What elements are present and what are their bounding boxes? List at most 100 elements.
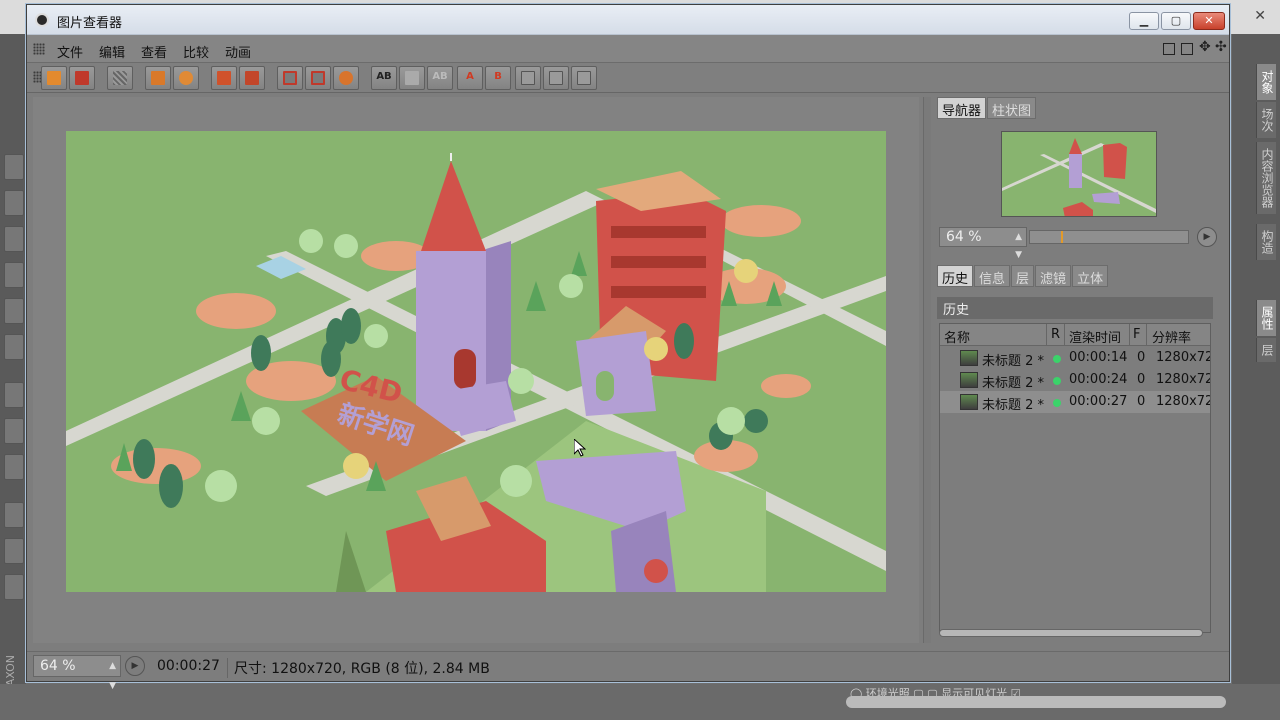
- right-tab-objects[interactable]: 对象: [1256, 64, 1276, 100]
- navigator-thumbnail[interactable]: [1001, 131, 1157, 217]
- tab-histogram[interactable]: 柱状图: [987, 97, 1037, 119]
- set-a-button[interactable]: A: [457, 66, 483, 90]
- right-tab-takes[interactable]: 场次: [1256, 102, 1276, 138]
- delete-button[interactable]: [239, 66, 265, 90]
- row-frame: 0: [1137, 394, 1146, 409]
- zoom-stepper-icon[interactable]: ▲ ▼: [1015, 228, 1022, 264]
- zoom-play-icon[interactable]: ▶: [1197, 227, 1217, 247]
- history-horizontal-scrollbar[interactable]: [939, 629, 1203, 637]
- background-tool-button[interactable]: [4, 574, 24, 600]
- side-panel: 导航器 柱状图 64 % ▲ ▼ ▶ 历史 信息 层 滤镜 立体 历史 名称 R…: [933, 93, 1225, 641]
- row-render-time: 00:00:24: [1069, 372, 1128, 387]
- history-columns: 名称 R 渲染时间 F 分辨率: [940, 324, 1210, 346]
- col-separator: [1129, 324, 1130, 346]
- view-ab-button[interactable]: [333, 66, 359, 90]
- swap-button[interactable]: AB: [427, 66, 453, 90]
- maximize-button[interactable]: ▢: [1161, 12, 1191, 30]
- open-icon: [47, 71, 61, 85]
- grid-button[interactable]: [107, 66, 133, 90]
- history-row[interactable]: 未标题 2 * 00:00:24 0 1280x72: [940, 369, 1210, 391]
- status-zoom-field[interactable]: 64 % ▲ ▼: [33, 655, 121, 691]
- row-resolution: 1280x72: [1156, 350, 1211, 365]
- background-tool-button[interactable]: [4, 226, 24, 252]
- user-button[interactable]: [173, 66, 199, 90]
- background-tool-button[interactable]: [4, 454, 24, 480]
- compare-ab-button[interactable]: AB: [371, 66, 397, 90]
- set-b-button[interactable]: B: [485, 66, 511, 90]
- status-play-icon[interactable]: ▶: [125, 656, 145, 676]
- row-name: 未标题 2 *: [982, 376, 1045, 391]
- col-r[interactable]: R: [1051, 327, 1060, 342]
- close-button[interactable]: ✕: [1193, 12, 1225, 30]
- rendered-image: C4D 新学网: [66, 131, 886, 592]
- render-thumbnail: [960, 350, 978, 366]
- expand-icon[interactable]: ✣: [1215, 39, 1227, 55]
- background-tool-button[interactable]: [4, 538, 24, 564]
- row-render-time: 00:00:14: [1069, 350, 1128, 365]
- right-tab-content-browser[interactable]: 内容浏览器: [1256, 142, 1276, 214]
- compare-ab-icon: AB: [376, 71, 392, 82]
- right-tab-structure[interactable]: 构造: [1256, 224, 1276, 260]
- view-a-button[interactable]: [277, 66, 303, 90]
- tab-history[interactable]: 历史: [937, 265, 974, 287]
- render-thumbnail: [960, 394, 978, 410]
- minimize-button[interactable]: ▁: [1129, 12, 1159, 30]
- menu-compare[interactable]: 比较: [183, 42, 209, 61]
- navigator-zoom-field[interactable]: 64 % ▲ ▼: [939, 227, 1027, 260]
- copy-button[interactable]: [211, 66, 237, 90]
- panel-splitter[interactable]: [923, 97, 931, 643]
- split-button[interactable]: [399, 66, 425, 90]
- col-resolution[interactable]: 分辨率: [1152, 327, 1191, 346]
- tab-navigator[interactable]: 导航器: [937, 97, 987, 119]
- move-panel-icon[interactable]: ✥: [1199, 39, 1211, 55]
- history-row[interactable]: 未标题 2 * 00:00:14 0 1280x72: [940, 347, 1210, 369]
- background-tool-button[interactable]: [4, 382, 24, 408]
- col-frame[interactable]: F: [1133, 327, 1140, 342]
- row-name: 未标题 2 *: [982, 398, 1045, 413]
- tab-info[interactable]: 信息: [974, 265, 1011, 287]
- tab-filters[interactable]: 滤镜: [1035, 265, 1072, 287]
- status-render-time: 00:00:27: [157, 658, 220, 674]
- col-name[interactable]: 名称: [944, 327, 970, 346]
- zoom-slider[interactable]: [1029, 230, 1189, 244]
- menu-edit[interactable]: 编辑: [99, 42, 125, 61]
- background-tool-button[interactable]: [4, 418, 24, 444]
- image-viewport[interactable]: C4D 新学网: [33, 97, 919, 643]
- view-b-button[interactable]: [305, 66, 331, 90]
- status-zoom-stepper-icon[interactable]: ▲ ▼: [109, 656, 116, 696]
- mouse-cursor-icon: [574, 439, 586, 457]
- tab-layers[interactable]: 层: [1011, 265, 1035, 287]
- background-tool-button[interactable]: [4, 334, 24, 360]
- right-tab-attributes[interactable]: 属性: [1256, 300, 1276, 336]
- background-tool-button[interactable]: [4, 262, 24, 288]
- menu-view[interactable]: 查看: [141, 42, 167, 61]
- layout3-button[interactable]: [571, 66, 597, 90]
- layout-icon[interactable]: [1163, 43, 1175, 55]
- col-render-time[interactable]: 渲染时间: [1069, 327, 1121, 346]
- title-bar[interactable]: 图片查看器 ▁ ▢ ✕: [27, 5, 1229, 35]
- new-panel-icon[interactable]: [1181, 43, 1193, 55]
- split-icon: [405, 71, 419, 85]
- background-tool-button[interactable]: [4, 298, 24, 324]
- background-close-icon[interactable]: ✕: [1254, 8, 1266, 24]
- background-tool-button[interactable]: [4, 154, 24, 180]
- layout2-button[interactable]: [543, 66, 569, 90]
- set-b-icon: B: [494, 71, 502, 82]
- navigator-tabs: 导航器 柱状图: [937, 97, 1037, 119]
- background-tool-button[interactable]: [4, 190, 24, 216]
- move-button[interactable]: [145, 66, 171, 90]
- background-tool-button[interactable]: [4, 502, 24, 528]
- tab-stereo[interactable]: 立体: [1072, 265, 1109, 287]
- menu-file[interactable]: 文件: [57, 42, 83, 61]
- background-scrollbar[interactable]: [846, 696, 1226, 708]
- history-row-selected[interactable]: 未标题 2 * 00:00:27 0 1280x72: [940, 391, 1210, 413]
- save-button[interactable]: [69, 66, 95, 90]
- menu-animation[interactable]: 动画: [225, 42, 251, 61]
- status-bar: 64 % ▲ ▼ ▶ 00:00:27 尺寸: 1280x720, RGB (8 …: [27, 651, 1229, 691]
- row-render-time: 00:00:27: [1069, 394, 1128, 409]
- layout1-button[interactable]: [515, 66, 541, 90]
- open-button[interactable]: [41, 66, 67, 90]
- zoom-slider-handle[interactable]: [1061, 231, 1064, 243]
- menu-bar: 文件 编辑 查看 比较 动画 ✥ ✣: [27, 35, 1229, 63]
- right-tab-layers[interactable]: 层: [1256, 338, 1276, 362]
